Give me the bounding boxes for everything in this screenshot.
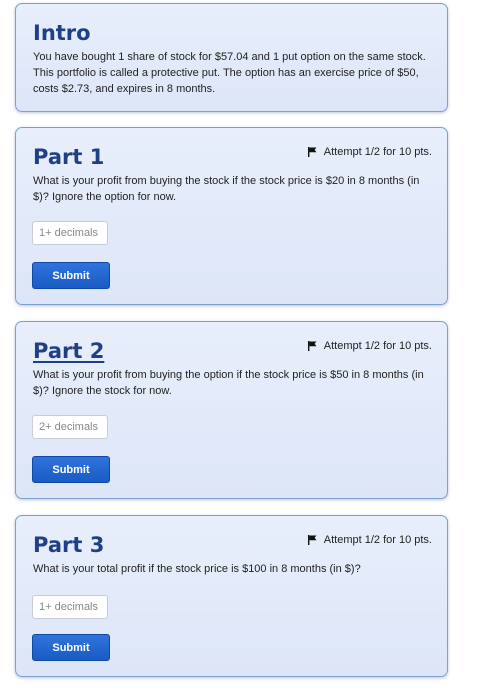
part-3-attempt: Attempt 1/2 for 10 pts. (307, 534, 432, 546)
part-1-answer-input[interactable] (32, 221, 108, 245)
part-1-card: Part 1 Attempt 1/2 for 10 pts. What is y… (15, 127, 448, 305)
intro-text: You have bought 1 share of stock for $57… (33, 51, 426, 95)
part-1-attempt-text: Attempt 1/2 for 10 pts. (323, 146, 432, 158)
part-2-answer-input[interactable] (32, 415, 108, 439)
part-3-card: Part 3 Attempt 1/2 for 10 pts. What is y… (15, 515, 448, 677)
part-2-card: Part 2 Attempt 1/2 for 10 pts. What is y… (15, 321, 448, 499)
part-2-attempt: Attempt 1/2 for 10 pts. (307, 340, 432, 352)
part-3-attempt-text: Attempt 1/2 for 10 pts. (323, 534, 432, 546)
part-3-submit-button[interactable]: Submit (32, 634, 110, 661)
part-1-attempt: Attempt 1/2 for 10 pts. (307, 146, 432, 158)
flag-icon (307, 535, 317, 545)
intro-title: Intro (33, 21, 91, 45)
part-3-answer-input[interactable] (32, 595, 108, 619)
part-2-title: Part 2 (33, 339, 105, 363)
part-3-question: What is your total profit if the stock p… (33, 563, 361, 575)
part-1-submit-button[interactable]: Submit (32, 262, 110, 289)
part-2-question: What is your profit from buying the opti… (33, 369, 424, 397)
flag-icon (307, 147, 317, 157)
part-2-submit-button[interactable]: Submit (32, 456, 110, 483)
flag-icon (307, 341, 317, 351)
intro-card: Intro You have bought 1 share of stock f… (15, 3, 448, 112)
part-1-title: Part 1 (33, 145, 105, 169)
part-3-title: Part 3 (33, 533, 105, 557)
part-2-attempt-text: Attempt 1/2 for 10 pts. (323, 340, 432, 352)
part-1-question: What is your profit from buying the stoc… (33, 175, 420, 203)
